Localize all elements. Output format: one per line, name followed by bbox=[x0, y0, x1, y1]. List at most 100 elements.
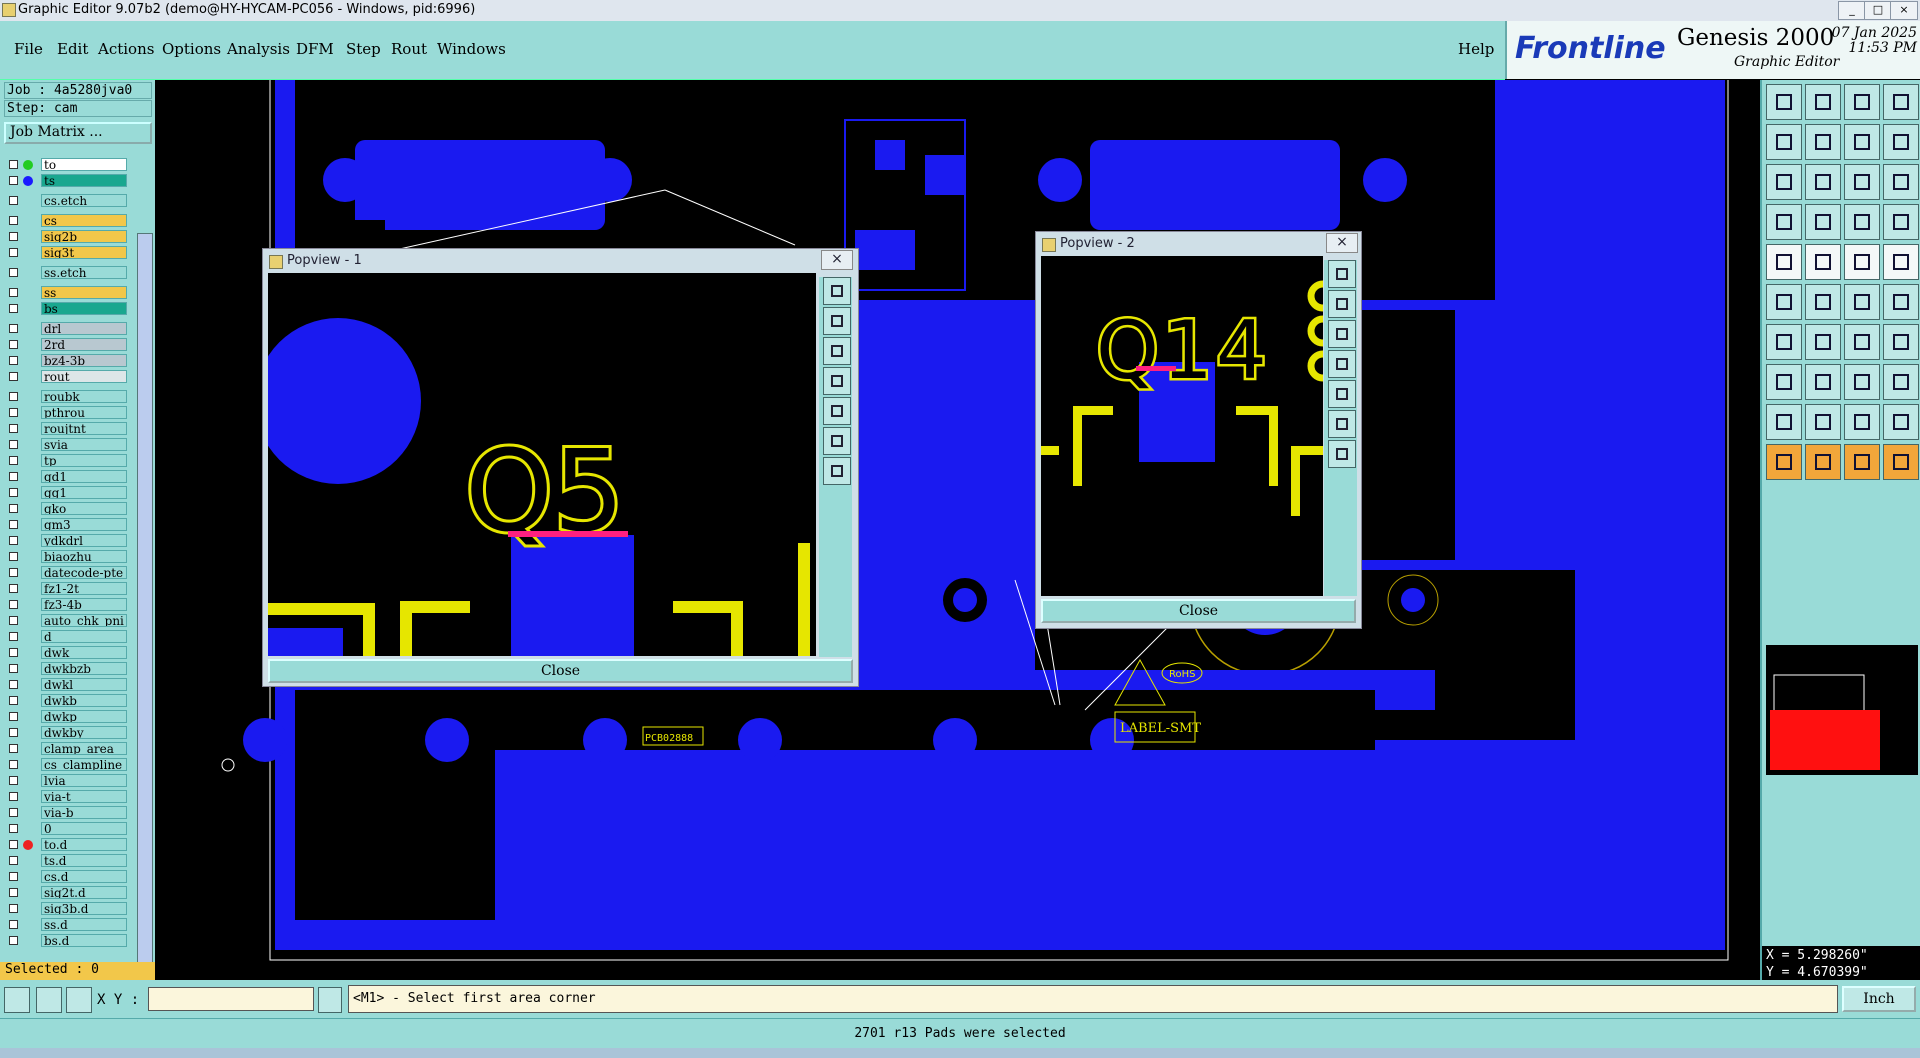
layer-checkbox[interactable] bbox=[9, 600, 18, 609]
info-icon[interactable] bbox=[318, 987, 342, 1013]
pv2-tool-1[interactable] bbox=[1328, 260, 1356, 288]
layer-name[interactable]: 2rd bbox=[41, 338, 127, 351]
grid-icon[interactable] bbox=[66, 987, 92, 1013]
layer-row[interactable]: pthrou bbox=[4, 406, 127, 420]
tool-button-7-0[interactable] bbox=[1766, 364, 1802, 400]
layer-checkbox[interactable] bbox=[9, 176, 18, 185]
layer-row[interactable]: drl bbox=[4, 322, 127, 336]
pv2-tool-5[interactable] bbox=[1328, 380, 1356, 408]
tool-button-0-3[interactable] bbox=[1883, 84, 1919, 120]
maximize-button[interactable]: □ bbox=[1864, 1, 1892, 20]
layer-name[interactable]: ss.d bbox=[41, 918, 127, 931]
layer-name[interactable]: 0 bbox=[41, 822, 127, 835]
layer-name[interactable]: gm3 bbox=[41, 518, 127, 531]
pv1-tool-3[interactable] bbox=[823, 337, 851, 365]
layer-name[interactable]: gko bbox=[41, 502, 127, 515]
layer-name[interactable]: fz3-4b bbox=[41, 598, 127, 611]
layer-row[interactable]: bs bbox=[4, 302, 127, 316]
layer-row[interactable]: auto_chk_pni bbox=[4, 614, 127, 628]
layer-checkbox[interactable] bbox=[9, 504, 18, 513]
tool-button-6-0[interactable] bbox=[1766, 324, 1802, 360]
layer-name[interactable]: ydkdrl bbox=[41, 534, 127, 547]
pv2-tool-3[interactable] bbox=[1328, 320, 1356, 348]
layer-name[interactable]: dwkbzb bbox=[41, 662, 127, 675]
tool-button-1-1[interactable] bbox=[1805, 124, 1841, 160]
layer-row[interactable]: sig3t bbox=[4, 246, 127, 260]
layer-row[interactable]: sig2t.d bbox=[4, 886, 127, 900]
tool-button-9-0[interactable] bbox=[1766, 444, 1802, 480]
tool-button-0-1[interactable] bbox=[1805, 84, 1841, 120]
layer-checkbox[interactable] bbox=[9, 568, 18, 577]
layer-checkbox[interactable] bbox=[9, 760, 18, 769]
tool-button-8-0[interactable] bbox=[1766, 404, 1802, 440]
xy-input[interactable] bbox=[148, 987, 314, 1011]
layer-checkbox[interactable] bbox=[9, 792, 18, 801]
layer-checkbox[interactable] bbox=[9, 392, 18, 401]
layer-row[interactable]: cs.d bbox=[4, 870, 127, 884]
pv2-tool-7[interactable] bbox=[1328, 440, 1356, 468]
layer-name[interactable]: datecode-pte bbox=[41, 566, 127, 579]
layer-name[interactable]: sig3b.d bbox=[41, 902, 127, 915]
tool-button-8-3[interactable] bbox=[1883, 404, 1919, 440]
menu-step[interactable]: Step bbox=[346, 40, 381, 58]
layer-checkbox[interactable] bbox=[9, 888, 18, 897]
layer-row[interactable]: ts bbox=[4, 174, 127, 188]
tool-button-6-3[interactable] bbox=[1883, 324, 1919, 360]
tool-button-7-2[interactable] bbox=[1844, 364, 1880, 400]
layer-row[interactable]: dwkb bbox=[4, 694, 127, 708]
tool-button-4-1[interactable] bbox=[1805, 244, 1841, 280]
layer-checkbox[interactable] bbox=[9, 196, 18, 205]
layer-row[interactable]: dwk bbox=[4, 646, 127, 660]
layer-row[interactable]: cs.etch bbox=[4, 194, 127, 208]
layer-row[interactable]: lvia bbox=[4, 774, 127, 788]
layer-row[interactable]: sig3b.d bbox=[4, 902, 127, 916]
layer-row[interactable]: via-t bbox=[4, 790, 127, 804]
layer-name[interactable]: via-b bbox=[41, 806, 127, 819]
layer-row[interactable]: dwkby bbox=[4, 726, 127, 740]
layer-checkbox[interactable] bbox=[9, 632, 18, 641]
layer-name[interactable]: dwkby bbox=[41, 726, 127, 739]
menu-analysis[interactable]: Analysis bbox=[227, 40, 290, 58]
layer-checkbox[interactable] bbox=[9, 872, 18, 881]
tool-button-7-3[interactable] bbox=[1883, 364, 1919, 400]
layer-checkbox[interactable] bbox=[9, 304, 18, 313]
layer-row[interactable]: bs.d bbox=[4, 934, 127, 948]
measure-icon[interactable] bbox=[36, 987, 62, 1013]
layer-name[interactable]: d bbox=[41, 630, 127, 643]
layer-name[interactable]: via-t bbox=[41, 790, 127, 803]
job-matrix-button[interactable]: Job Matrix ... bbox=[4, 122, 152, 144]
layer-checkbox[interactable] bbox=[9, 536, 18, 545]
layer-name[interactable]: rout bbox=[41, 370, 127, 383]
layer-row[interactable]: ts.d bbox=[4, 854, 127, 868]
tool-button-5-2[interactable] bbox=[1844, 284, 1880, 320]
overview-panel[interactable] bbox=[1766, 645, 1918, 775]
layer-row[interactable]: to bbox=[4, 158, 127, 172]
tool-button-1-2[interactable] bbox=[1844, 124, 1880, 160]
layer-row[interactable]: gg1 bbox=[4, 486, 127, 500]
popview-2-x-button[interactable]: × bbox=[1326, 233, 1358, 253]
layer-checkbox[interactable] bbox=[9, 288, 18, 297]
layer-name[interactable]: drl bbox=[41, 322, 127, 335]
layer-checkbox[interactable] bbox=[9, 920, 18, 929]
tool-button-3-0[interactable] bbox=[1766, 204, 1802, 240]
layer-row[interactable]: ydkdrl bbox=[4, 534, 127, 548]
layer-checkbox[interactable] bbox=[9, 408, 18, 417]
pv1-tool-5[interactable] bbox=[823, 397, 851, 425]
layer-row[interactable]: cs_clampline bbox=[4, 758, 127, 772]
layer-row[interactable]: 0 bbox=[4, 822, 127, 836]
layer-name[interactable]: sig2t.d bbox=[41, 886, 127, 899]
pv1-tool-6[interactable] bbox=[823, 427, 851, 455]
layer-row[interactable]: clamp_area bbox=[4, 742, 127, 756]
layer-name[interactable]: sig2b bbox=[41, 230, 127, 243]
layer-checkbox[interactable] bbox=[9, 440, 18, 449]
layer-checkbox[interactable] bbox=[9, 664, 18, 673]
layer-checkbox[interactable] bbox=[9, 356, 18, 365]
layer-checkbox[interactable] bbox=[9, 936, 18, 945]
layer-name[interactable]: cs bbox=[41, 214, 127, 227]
unit-selector[interactable]: Inch bbox=[1842, 986, 1916, 1012]
layer-row[interactable]: sig2b bbox=[4, 230, 127, 244]
menu-help[interactable]: Help bbox=[1458, 40, 1494, 58]
layer-name[interactable]: dwkb bbox=[41, 694, 127, 707]
tool-button-5-0[interactable] bbox=[1766, 284, 1802, 320]
popview-1-view[interactable]: ​ Q5 bbox=[268, 273, 816, 656]
